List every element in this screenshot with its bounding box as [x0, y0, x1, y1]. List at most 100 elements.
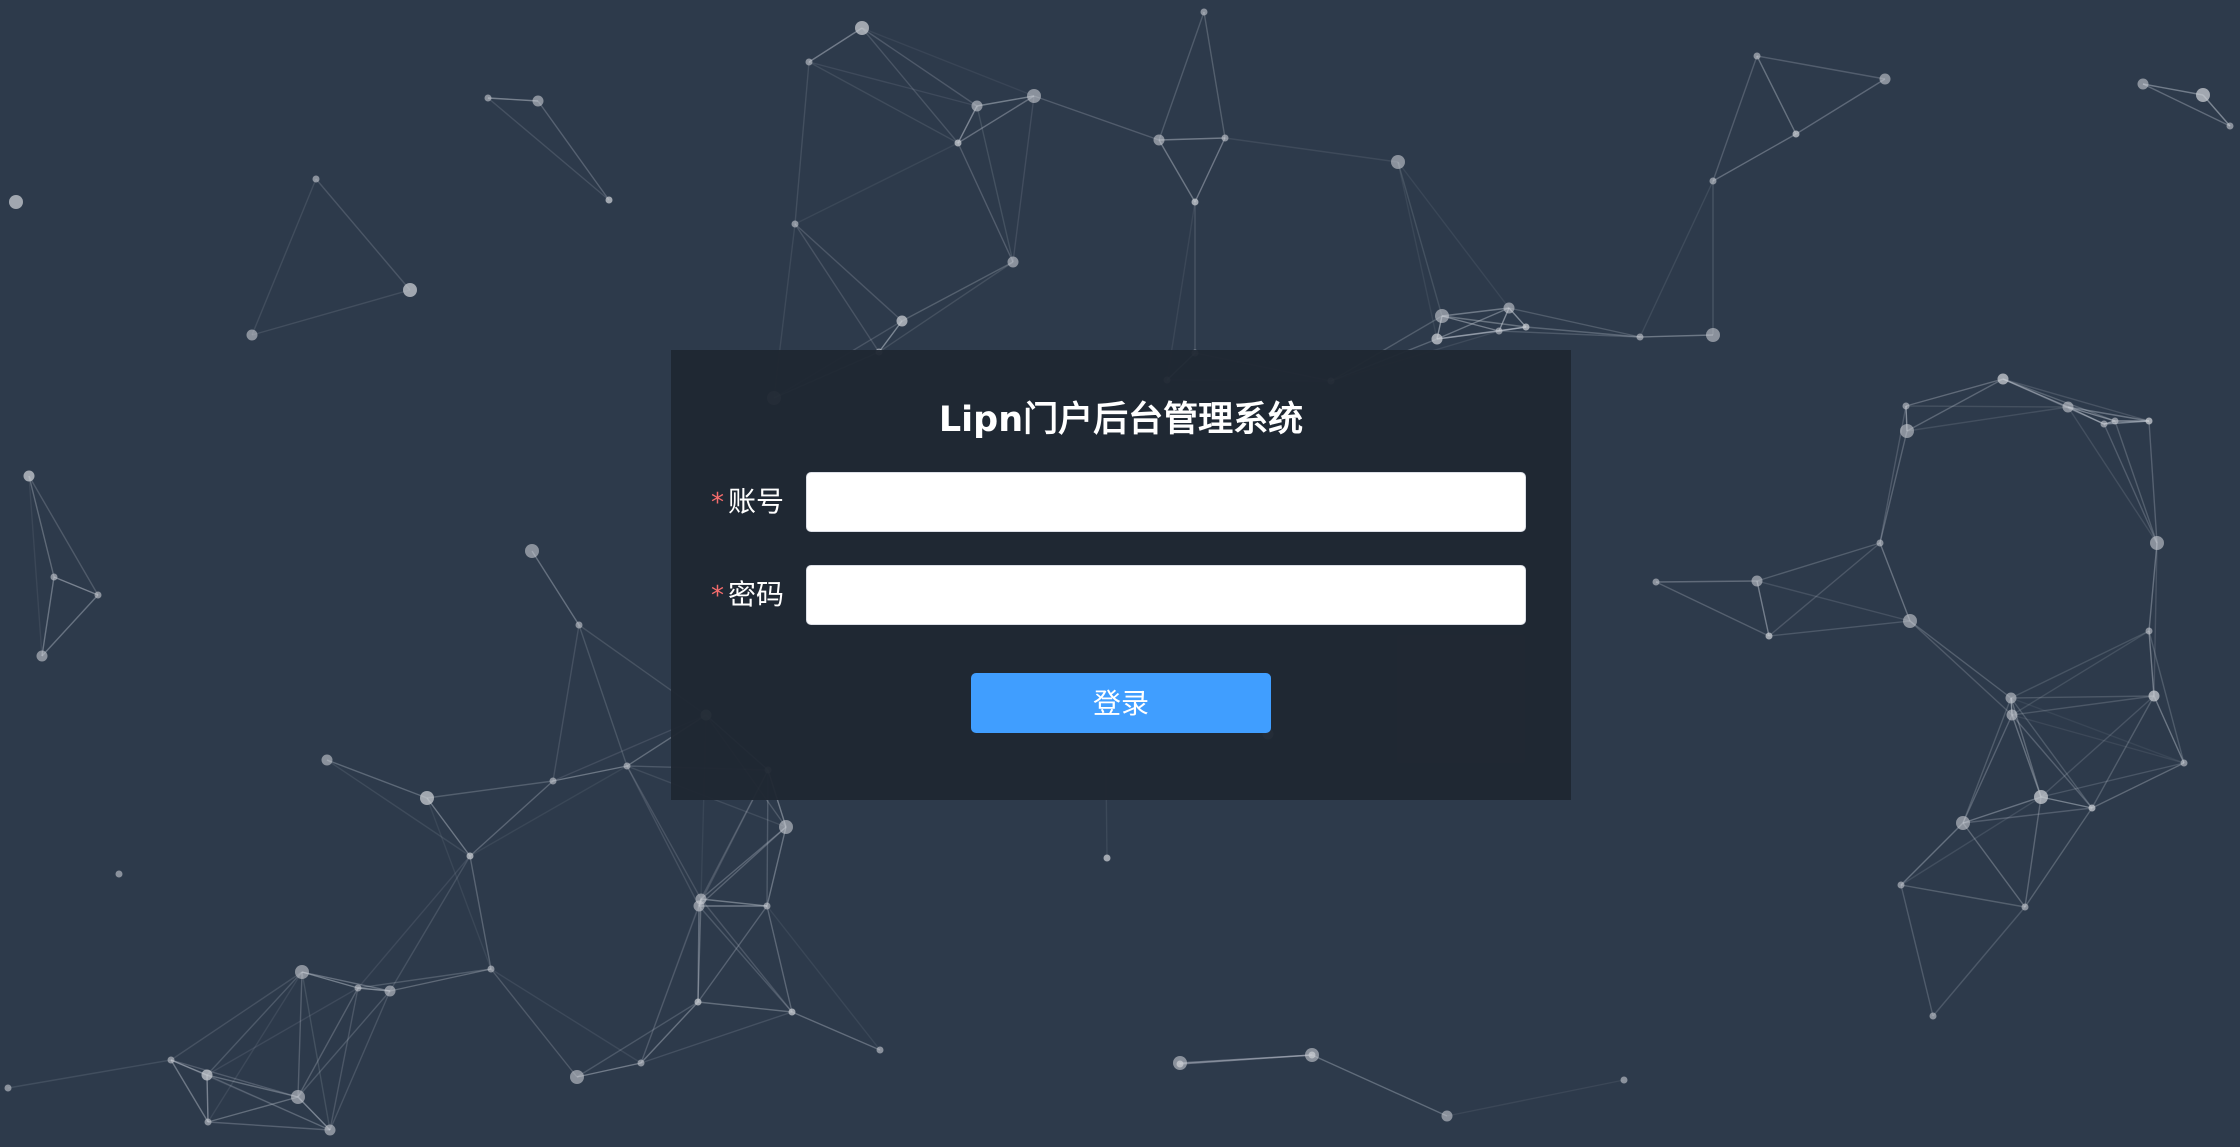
network-line: [1756, 580, 1770, 637]
network-line: [2011, 714, 2185, 764]
network-line: [1962, 714, 2013, 824]
network-line: [531, 550, 580, 626]
network-line: [28, 475, 99, 596]
network-line: [1900, 822, 1964, 886]
network-node: [384, 985, 396, 997]
network-line: [329, 990, 391, 1131]
network-node: [321, 754, 333, 766]
network-line: [389, 855, 471, 992]
network-node: [4, 1084, 12, 1092]
network-line: [2011, 714, 2042, 798]
network-line: [1905, 378, 2004, 407]
network-line: [490, 968, 578, 1078]
network-line: [297, 971, 303, 1098]
network-node: [791, 220, 799, 228]
network-node: [1903, 614, 1917, 628]
network-line: [1012, 95, 1035, 263]
network-line: [1756, 580, 1911, 622]
network-node: [1997, 373, 2009, 385]
network-line: [766, 826, 787, 907]
network-node: [23, 470, 35, 482]
network-line: [2010, 697, 2093, 809]
network-line: [1446, 1079, 1625, 1117]
account-label-text: 账号: [728, 485, 785, 518]
network-line: [700, 898, 768, 907]
network-line: [1655, 581, 1770, 637]
network-line: [1756, 55, 1797, 135]
network-line: [1909, 620, 2012, 699]
network-node: [1305, 1048, 1319, 1062]
network-line: [326, 759, 471, 857]
account-input[interactable]: [806, 472, 1526, 532]
network-line: [1397, 161, 1443, 317]
network-line: [878, 320, 903, 353]
network-line: [2011, 695, 2155, 716]
network-node: [246, 329, 258, 341]
network-line: [207, 1121, 331, 1131]
network-node: [1900, 424, 1914, 438]
network-line: [794, 142, 959, 225]
network-node: [1176, 1060, 1184, 1068]
network-line: [697, 1001, 793, 1013]
network-line: [640, 898, 702, 1064]
network-node: [1200, 8, 1208, 16]
network-line: [700, 826, 787, 900]
network-node: [855, 21, 869, 35]
network-node: [2100, 420, 2108, 428]
network-node: [1103, 854, 1111, 862]
network-line: [329, 987, 359, 1131]
network-line: [1768, 620, 1911, 637]
network-node: [1897, 881, 1905, 889]
network-node: [549, 777, 557, 785]
network-line: [251, 178, 317, 336]
network-line: [957, 142, 1014, 263]
network-line: [1311, 1054, 1448, 1117]
network-node: [570, 1070, 584, 1084]
network-line: [1768, 542, 1881, 637]
network-line: [1033, 95, 1160, 141]
network-line: [7, 1059, 172, 1089]
network-line: [808, 61, 978, 107]
network-line: [1932, 906, 2026, 1017]
network-node: [2145, 417, 2153, 425]
network-node: [1027, 89, 1041, 103]
network-node: [1753, 52, 1761, 60]
network-node: [312, 175, 320, 183]
network-line: [808, 27, 863, 63]
network-line: [2002, 378, 2150, 422]
network-node: [2137, 78, 2149, 90]
network-node: [695, 893, 707, 905]
network-line: [469, 780, 554, 857]
network-node: [324, 1124, 336, 1136]
network-node: [2196, 88, 2210, 102]
page-title: Lipn门户后台管理系统: [938, 400, 1304, 440]
network-node: [1902, 402, 1910, 410]
network-node: [2034, 790, 2048, 804]
password-input[interactable]: [806, 565, 1526, 625]
required-mark: *: [711, 488, 724, 518]
network-line: [1203, 11, 1226, 139]
network-line: [861, 27, 959, 144]
network-line: [2010, 630, 2150, 699]
network-line: [2010, 695, 2155, 699]
network-line: [1905, 405, 2069, 408]
network-node: [201, 1069, 213, 1081]
login-button[interactable]: 登录: [971, 673, 1271, 733]
network-line: [2142, 83, 2231, 127]
network-line: [206, 987, 359, 1076]
network-node: [403, 283, 417, 297]
network-line: [537, 100, 610, 201]
network-node: [694, 998, 702, 1006]
network-line: [1194, 137, 1226, 203]
network-line: [357, 968, 492, 989]
network-line: [487, 97, 539, 102]
network-line: [53, 576, 99, 596]
network-node: [484, 94, 492, 102]
network-line: [315, 178, 411, 291]
network-node: [788, 1008, 796, 1016]
network-line: [1756, 55, 1886, 80]
network-line: [1525, 326, 1641, 338]
network-line: [2091, 762, 2185, 809]
network-node: [50, 573, 58, 581]
network-line: [1441, 315, 1500, 332]
